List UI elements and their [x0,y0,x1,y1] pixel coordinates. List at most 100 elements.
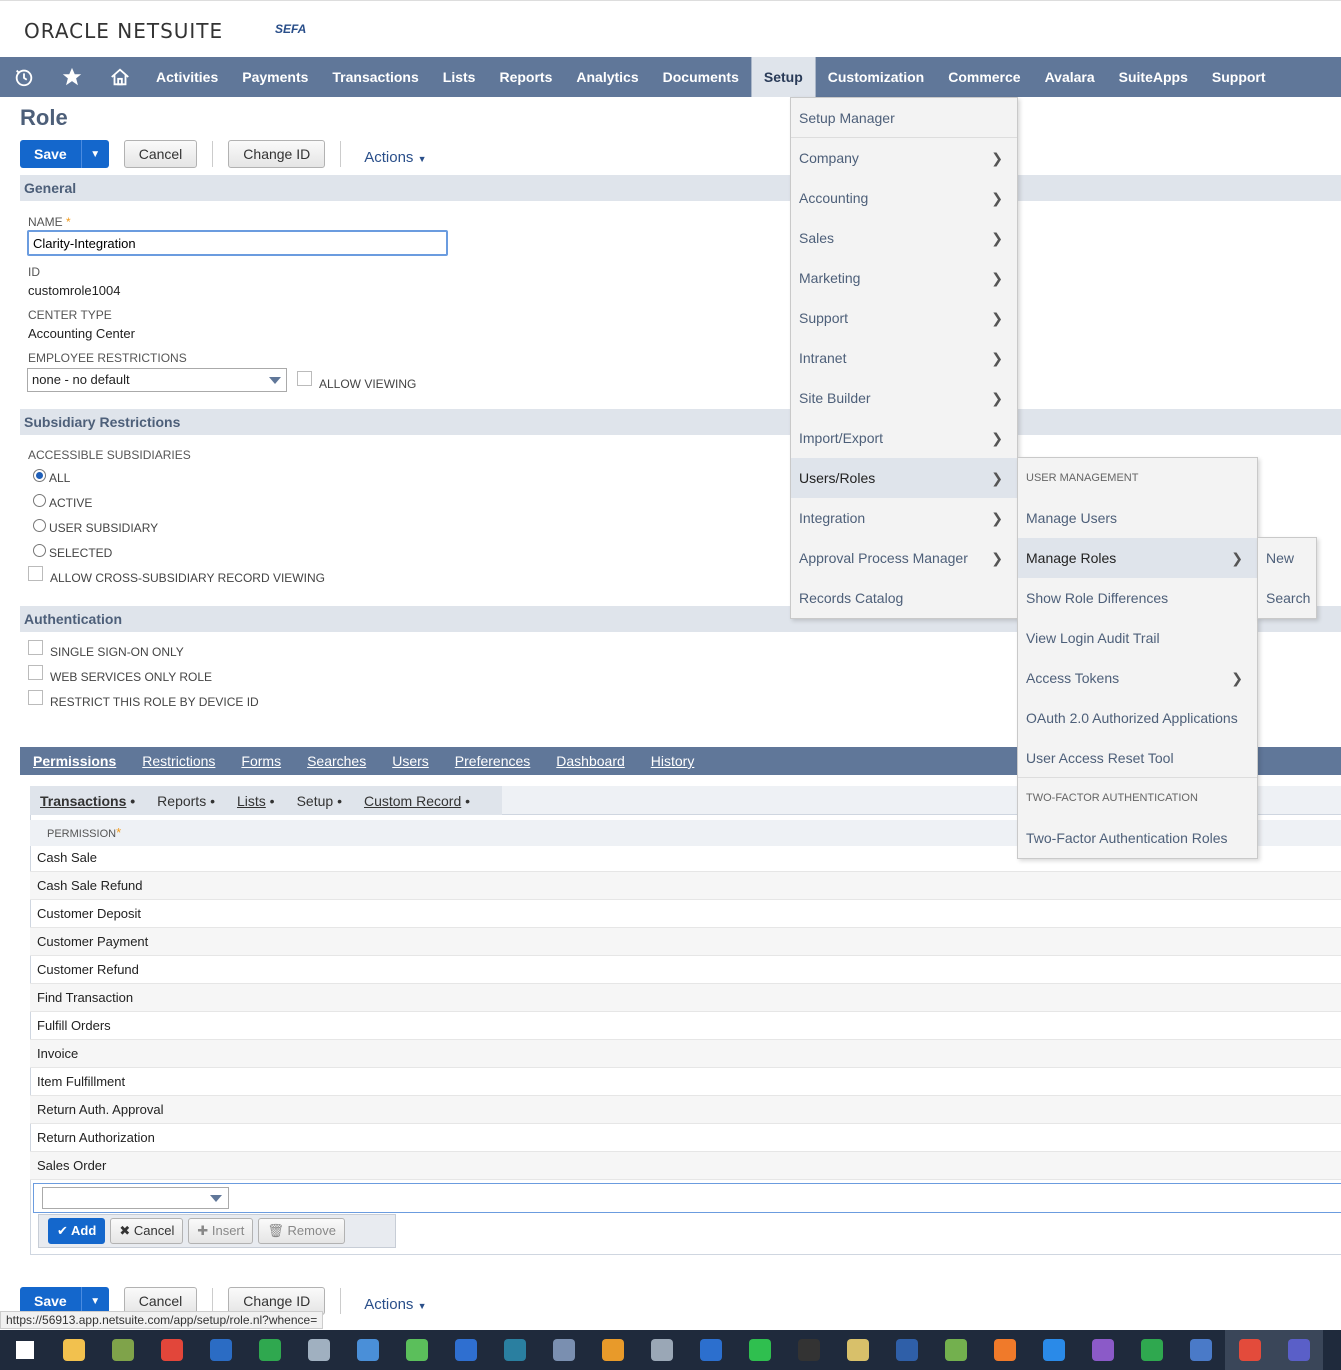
menu-sales[interactable]: Sales ❯ [791,218,1017,258]
subtab-custom-record[interactable]: Custom Record • [364,793,470,809]
actions-menu[interactable]: Actions ▼ [364,149,426,166]
tab-restrictions[interactable]: Restrictions [142,753,215,769]
menu-intranet[interactable]: Intranet ❯ [791,338,1017,378]
menu-records-catalog[interactable]: Records Catalog [791,578,1017,618]
tab-history[interactable]: History [651,753,695,769]
section-general[interactable]: General [20,175,1341,201]
employee-restrictions-select[interactable]: none - no default [27,368,287,392]
nav-suiteapps[interactable]: SuiteApps [1107,57,1200,97]
add-line-button[interactable]: ✔ Add [48,1218,106,1244]
menu-manage-roles[interactable]: Manage Roles ❯ [1018,538,1257,578]
globe-green-icon[interactable] [392,1330,441,1370]
tab-permissions[interactable]: Permissions [33,753,116,769]
table-row[interactable]: Return Authorization [30,1124,1341,1152]
blue-shark-icon[interactable] [196,1330,245,1370]
sso-checkbox[interactable] [28,640,43,655]
table-row[interactable]: Return Auth. Approval [30,1096,1341,1124]
actions-label[interactable]: Actions [364,1296,413,1313]
nav-transactions[interactable]: Transactions [320,57,430,97]
table-row[interactable]: Customer Payment [30,928,1341,956]
windows-start-icon[interactable] [0,1330,49,1370]
save-dropdown-icon[interactable]: ▼ [80,140,109,168]
menu-support[interactable]: Support ❯ [791,298,1017,338]
table-row[interactable]: Cash Sale Refund [30,872,1341,900]
cancel-button[interactable]: Cancel [123,140,198,168]
app-icon[interactable] [147,1330,196,1370]
nav-lists[interactable]: Lists [431,57,488,97]
radio-user-subsidiary[interactable] [33,519,46,532]
nav-setup[interactable]: Setup [750,57,816,97]
arrow-app-icon[interactable] [588,1330,637,1370]
menu-company[interactable]: Company ❯ [791,138,1017,178]
table-row[interactable]: Customer Deposit [30,900,1341,928]
table-row[interactable]: Customer Refund [30,956,1341,984]
green-diamond-icon[interactable] [245,1330,294,1370]
excel-icon[interactable] [1127,1330,1176,1370]
menu-access-tokens[interactable]: Access Tokens ❯ [1018,658,1257,698]
menu-oauth-applications[interactable]: OAuth 2.0 Authorized Applications [1018,698,1257,738]
section-subsidiary[interactable]: Subsidiary Restrictions [20,409,1341,435]
chrome-icon[interactable] [1225,1330,1274,1370]
tab-preferences[interactable]: Preferences [455,753,530,769]
menu-user-access-reset-tool[interactable]: User Access Reset Tool [1018,738,1257,778]
orange-app-icon[interactable] [980,1330,1029,1370]
table-row[interactable]: Find Transaction [30,984,1341,1012]
tab-forms[interactable]: Forms [241,753,281,769]
subtab-transactions[interactable]: Transactions • [40,793,135,809]
network-share-icon[interactable] [833,1330,882,1370]
remove-line-button[interactable]: 🗑 Remove [258,1218,345,1244]
subtab-lists[interactable]: Lists • [237,793,275,809]
nav-analytics[interactable]: Analytics [564,57,650,97]
vscode-icon[interactable] [1029,1330,1078,1370]
teams-icon[interactable] [1274,1330,1323,1370]
netsuite-logo[interactable]: ORACLE NETSUITE [24,19,223,43]
terminal-icon[interactable] [784,1330,833,1370]
nav-commerce[interactable]: Commerce [936,57,1032,97]
tab-searches[interactable]: Searches [307,753,366,769]
image-app-icon[interactable] [539,1330,588,1370]
nav-documents[interactable]: Documents [651,57,751,97]
tree-app-icon[interactable] [98,1330,147,1370]
menu-accounting[interactable]: Accounting ❯ [791,178,1017,218]
name-field[interactable] [27,230,448,256]
tab-dashboard[interactable]: Dashboard [556,753,625,769]
nav-customization[interactable]: Customization [816,57,936,97]
device-id-checkbox[interactable] [28,690,43,705]
file-explorer-icon[interactable] [49,1330,98,1370]
nav-reports[interactable]: Reports [487,57,564,97]
cancel-line-button[interactable]: ✖ Cancel [110,1218,184,1244]
table-row[interactable]: Fulfill Orders [30,1012,1341,1040]
visual-studio-icon[interactable] [1078,1330,1127,1370]
subtab-reports[interactable]: Reports • [157,793,215,809]
menu-integration[interactable]: Integration ❯ [791,498,1017,538]
radio-all[interactable] [33,469,46,482]
menu-approval-process-manager[interactable]: Approval Process Manager ❯ [791,538,1017,578]
web-services-checkbox[interactable] [28,665,43,680]
menu-setup-manager[interactable]: Setup Manager [791,98,1017,138]
table-row[interactable]: Invoice [30,1040,1341,1068]
menu-search-roles[interactable]: Search [1258,578,1316,618]
menu-view-login-audit-trail[interactable]: View Login Audit Trail [1018,618,1257,658]
subtab-setup[interactable]: Setup • [297,793,342,809]
network-icon[interactable] [294,1330,343,1370]
star-icon[interactable] [48,57,96,97]
tab-users[interactable]: Users [392,753,429,769]
insert-line-button[interactable]: ✚ Insert [188,1218,254,1244]
calculator-icon[interactable] [637,1330,686,1370]
nav-payments[interactable]: Payments [230,57,320,97]
permission-select[interactable] [42,1187,229,1209]
globe-icon[interactable] [343,1330,392,1370]
allow-viewing-checkbox[interactable] [297,371,312,386]
table-row[interactable]: Sales Order [30,1152,1341,1180]
whatsapp-icon[interactable] [735,1330,784,1370]
menu-two-factor-roles[interactable]: Two-Factor Authentication Roles [1018,818,1257,858]
table-row[interactable]: Item Fulfillment [30,1068,1341,1096]
menu-marketing[interactable]: Marketing ❯ [791,258,1017,298]
save-label[interactable]: Save [20,140,81,168]
change-id-button[interactable]: Change ID [228,140,326,168]
powershell-icon[interactable] [882,1330,931,1370]
shield-icon[interactable] [441,1330,490,1370]
s-app-icon[interactable] [490,1330,539,1370]
actions-label[interactable]: Actions [364,149,413,166]
radio-selected[interactable] [33,544,46,557]
